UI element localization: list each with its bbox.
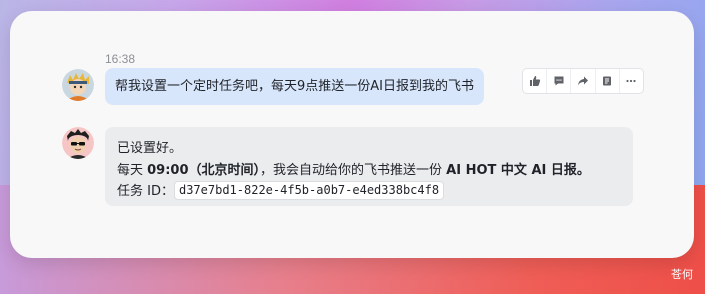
user-avatar[interactable] <box>62 69 94 101</box>
watermark: 苍何 <box>671 268 693 281</box>
reply-confirmation: 已设置好。 <box>117 141 183 156</box>
task-id-code[interactable]: d37e7bd1-822e-4f5b-a0b7-e4ed338bc4f8 <box>173 181 445 200</box>
reply-task-id: 任务 ID： d37e7bd1-822e-4f5b-a0b7-e4ed338bc4… <box>117 180 445 200</box>
schedule-time: 09:00（北京时间） <box>147 163 261 178</box>
report-name: AI HOT 中文 AI 日报。 <box>446 163 590 178</box>
bot-reply-bubble[interactable]: 已设置好。 每天 09:00（北京时间），我会自动给你的飞书推送一份 AI HO… <box>105 127 633 206</box>
message-timestamp: 16:38 <box>105 52 136 66</box>
bot-avatar[interactable] <box>62 127 94 159</box>
forward-icon[interactable] <box>571 69 596 93</box>
reply-schedule: 每天 09:00（北京时间），我会自动给你的飞书推送一份 AI HOT 中文 A… <box>117 159 590 178</box>
schedule-prefix: 每天 <box>117 163 148 178</box>
thumbs-up-icon[interactable] <box>523 69 548 93</box>
more-icon[interactable] <box>620 69 643 93</box>
task-id-label: 任务 ID： <box>117 184 174 199</box>
comment-icon[interactable] <box>547 69 572 93</box>
pin-icon[interactable] <box>596 69 620 93</box>
schedule-middle: ，我会自动给你的飞书推送一份 <box>260 163 447 178</box>
user-message-bubble[interactable]: 帮我设置一个定时任务吧，每天9点推送一份AI日报到我的飞书 <box>105 68 484 105</box>
message-action-bar <box>522 68 644 94</box>
